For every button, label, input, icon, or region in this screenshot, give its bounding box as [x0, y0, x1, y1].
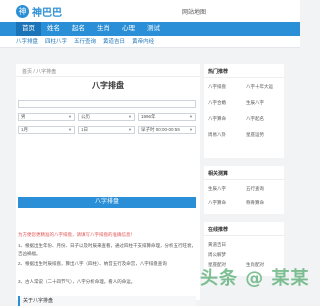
- sitemap-link[interactable]: 网站地图: [182, 7, 206, 16]
- chevron-down-icon: ▼: [189, 127, 193, 132]
- divider: [204, 179, 284, 180]
- chevron-down-icon: ▼: [128, 114, 132, 119]
- sidebar-link[interactable]: 称骨算命: [246, 200, 264, 206]
- sidebar-link[interactable]: 八字算命: [208, 116, 226, 122]
- sub-nav: 八字排盘 四柱八字 五行查询 黄道吉日 黄帝内经: [0, 36, 300, 48]
- sidebar-link[interactable]: 星座运势: [246, 132, 264, 138]
- submit-button[interactable]: 八字排盘: [18, 197, 196, 208]
- chevron-down-icon: ▼: [68, 127, 72, 132]
- subnav-item[interactable]: 八字排盘: [16, 36, 38, 48]
- nav-item-home[interactable]: 首页: [16, 22, 41, 36]
- hour-select[interactable]: 早子时 00:00-00:59 ▼: [138, 126, 196, 134]
- sidebar-link[interactable]: 周易八卦: [208, 132, 226, 138]
- page-title: 八字排盘: [92, 81, 124, 90]
- subnav-item[interactable]: 黄道吉日: [103, 36, 125, 48]
- name-input[interactable]: [18, 100, 196, 108]
- sidebar-link[interactable]: 周公解梦: [208, 252, 226, 258]
- info-paragraph: 2、根据出生时辰排盘，算出八字（四柱）、纳音五行及命宫，八字排盘查询: [18, 261, 167, 266]
- nav-item-zodiac[interactable]: 生肖: [91, 22, 116, 36]
- sidebar-link[interactable]: 八字起名: [246, 116, 264, 122]
- nav-item-psychology[interactable]: 心理: [116, 22, 141, 36]
- year-select[interactable]: 1996年 ▼: [138, 113, 196, 121]
- sidebar-title: 相关测算: [208, 171, 229, 177]
- info-paragraph: 1、根据出生年份、月份、日子以及时辰来查看，通过四柱干支排算命理，分析五行旺衰，…: [18, 243, 196, 256]
- sidebar-link[interactable]: 八字十年大运: [246, 84, 273, 90]
- watermark: 头条 @ 某某: [200, 268, 310, 289]
- chevron-down-icon: ▼: [128, 127, 132, 132]
- month-select[interactable]: 1月 ▼: [18, 126, 75, 134]
- sidebar-hot: 热门推荐 八字排盘 八字十年大运 八字合婚 生辰八字 八字算命 八字起名 周易八…: [204, 64, 284, 158]
- sidebar-title: 在线推荐: [208, 227, 229, 233]
- gender-select[interactable]: 男 ▼: [18, 113, 75, 121]
- sidebar-link[interactable]: 黄道吉日: [208, 242, 226, 248]
- sidebar-link[interactable]: 八字算命: [208, 200, 226, 206]
- info-paragraph: 3、古人常说（二十四节气），八字分析命理。看人的命运。: [18, 279, 136, 284]
- form-note: 为方便您更精准的八字排盘，请填写八字排盘的准确信息！: [18, 232, 135, 237]
- logo-mark-icon: 神: [16, 5, 29, 18]
- chevron-down-icon: ▼: [68, 114, 72, 119]
- day-select[interactable]: 1日 ▼: [78, 126, 135, 134]
- main-nav: 首页 姓名 起名 生肖 心理 测试: [0, 22, 300, 36]
- divider: [204, 77, 284, 78]
- logo-text: 神巴巴: [32, 8, 62, 19]
- breadcrumb: 首页 / 八字排盘: [22, 69, 57, 75]
- subnav-item[interactable]: 五行查询: [74, 36, 96, 48]
- sidebar-link[interactable]: 八字排盘: [208, 84, 226, 90]
- subnav-item[interactable]: 黄帝内经: [132, 36, 154, 48]
- chevron-down-icon: ▼: [189, 114, 193, 119]
- sidebar-title: 热门推荐: [208, 69, 229, 75]
- hour-value: 早子时 00:00-00:59: [141, 127, 180, 132]
- calendar-select[interactable]: 公历 ▼: [78, 113, 135, 121]
- sidebar-link[interactable]: 八字合婚: [208, 100, 226, 106]
- year-value: 1996年: [141, 114, 156, 119]
- sidebar-related: 相关测算 生辰八字 五行查询 八字算命 称骨算命: [204, 166, 284, 214]
- divider: [204, 235, 284, 236]
- site-logo[interactable]: 神 神巴巴: [16, 5, 62, 19]
- bazi-panel: 首页 / 八字排盘 八字排盘 男 ▼ 公历 ▼ 1996年 ▼ 1月 ▼ 1日 …: [16, 64, 200, 306]
- nav-item-test[interactable]: 测试: [141, 22, 166, 36]
- sidebar-link[interactable]: 生辰八字: [246, 100, 264, 106]
- nav-item-name[interactable]: 姓名: [41, 22, 66, 36]
- subnav-item[interactable]: 四柱八字: [45, 36, 67, 48]
- divider: [16, 76, 200, 77]
- nav-item-naming[interactable]: 起名: [66, 22, 91, 36]
- gender-value: 男: [21, 114, 26, 119]
- calendar-value: 公历: [81, 114, 90, 119]
- day-value: 1日: [81, 127, 89, 132]
- sidebar-link[interactable]: 生辰八字: [208, 186, 226, 192]
- top-header: 神 神巴巴 网站地图: [0, 0, 300, 22]
- section-title: 关于八字排盘: [18, 296, 196, 306]
- sidebar-link[interactable]: 五行查询: [246, 186, 264, 192]
- month-value: 1月: [21, 127, 29, 132]
